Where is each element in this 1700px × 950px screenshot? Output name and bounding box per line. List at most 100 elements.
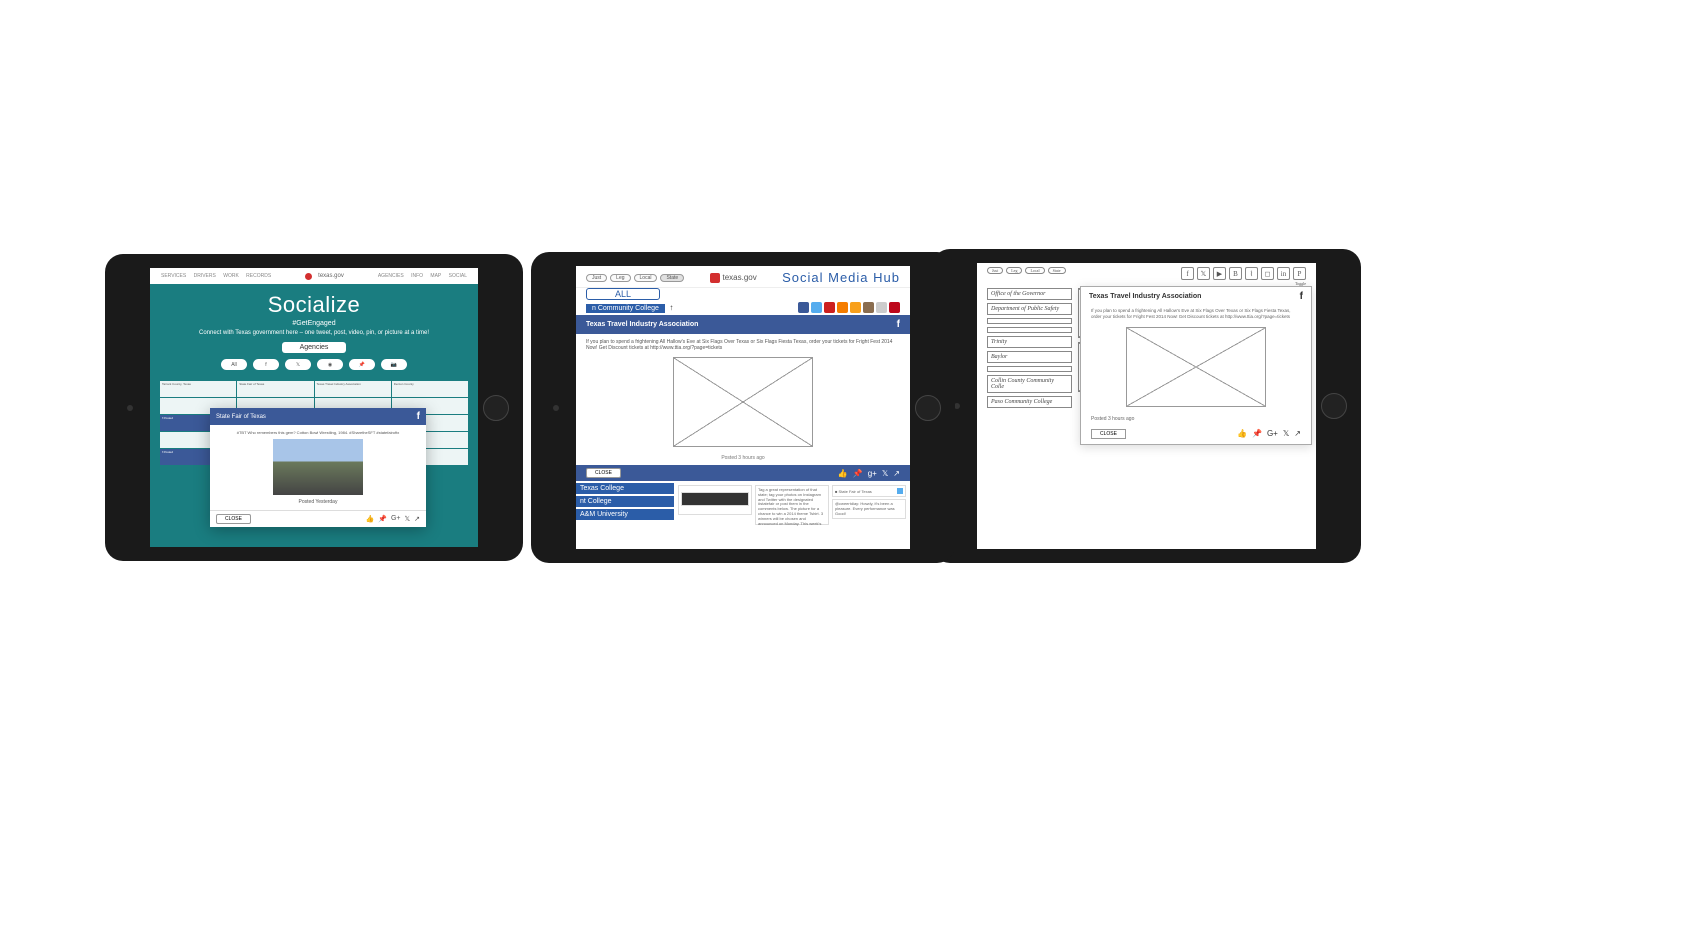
- modal-text: If you plan to spend a frightening All H…: [586, 339, 900, 351]
- pinterest-icon[interactable]: 📌: [378, 515, 387, 523]
- all-filter-button[interactable]: ALL: [586, 288, 660, 300]
- share-icon[interactable]: ↗: [893, 469, 900, 478]
- googleplus-icon[interactable]: g+: [868, 469, 877, 478]
- nav-records[interactable]: RECORDS: [246, 273, 271, 279]
- sidebar-item[interactable]: Paso Community College: [987, 396, 1072, 408]
- rss-icon[interactable]: ⌇: [1245, 267, 1258, 280]
- share-icon[interactable]: ↗: [1294, 429, 1301, 438]
- pill-just[interactable]: Just: [586, 274, 607, 282]
- pinterest-icon[interactable]: P: [1293, 267, 1306, 280]
- close-button[interactable]: CLOSE: [1091, 429, 1126, 439]
- twitter-icon[interactable]: 𝕏: [404, 515, 410, 523]
- home-button[interactable]: [483, 395, 509, 421]
- pinterest-icon[interactable]: 📌: [1252, 429, 1262, 438]
- facebook-icon[interactable]: [798, 302, 809, 313]
- nav-services[interactable]: SERVICES: [161, 273, 186, 279]
- nav-map[interactable]: MAP: [430, 273, 441, 279]
- feed-column: Tag a great representation of that state…: [755, 485, 829, 527]
- instagram-icon[interactable]: [863, 302, 874, 313]
- agencies-button[interactable]: Agencies: [282, 342, 347, 353]
- feed-card[interactable]: State Fair of Texas: [237, 381, 313, 397]
- pill-leg[interactable]: Leg: [1006, 267, 1022, 274]
- nav-work[interactable]: WORK: [223, 273, 239, 279]
- linkedin-icon[interactable]: in: [1277, 267, 1290, 280]
- brand-logo[interactable]: texas.gov: [302, 273, 347, 280]
- sidebar-item[interactable]: [987, 366, 1072, 372]
- nav-social[interactable]: SOCIAL: [449, 273, 467, 279]
- tablet-wireframe: Just Leg Local State f 𝕏 ▶ B ⌇ ◻ in P To…: [932, 249, 1361, 563]
- modal-body: #TBT Who remembers this gem? Cotton Bowl…: [210, 425, 426, 510]
- sidebar-item[interactable]: Trinity: [987, 336, 1072, 348]
- nav-left: SERVICES DRIVERS WORK RECORDS: [158, 273, 274, 279]
- sidebar-item[interactable]: Baylor: [987, 351, 1072, 363]
- sidebar-item[interactable]: [987, 327, 1072, 333]
- instagram-icon[interactable]: ◻: [1261, 267, 1274, 280]
- feed-card[interactable]: Tarrant County, Texas: [160, 381, 236, 397]
- post-photo: [273, 439, 363, 495]
- social-icon-row: [798, 302, 900, 313]
- filter-pinterest[interactable]: 📌: [349, 359, 375, 370]
- feed-card[interactable]: [678, 485, 752, 515]
- arrow-up-icon[interactable]: ↑: [669, 303, 673, 312]
- filter-all[interactable]: All: [221, 359, 247, 370]
- sidebar-item[interactable]: Office of the Governor: [987, 288, 1072, 300]
- pinterest-icon[interactable]: [889, 302, 900, 313]
- sidebar-item[interactable]: A&M University: [576, 509, 674, 520]
- nav-agencies[interactable]: AGENCIES: [378, 273, 404, 279]
- like-icon[interactable]: 👍: [366, 515, 375, 523]
- filter-twitter[interactable]: 𝕏: [285, 359, 311, 370]
- linkedin-icon[interactable]: [876, 302, 887, 313]
- home-button[interactable]: [915, 395, 941, 421]
- modal-header: Texas Travel Industry Association f: [1081, 287, 1311, 306]
- twitter-icon[interactable]: 𝕏: [882, 469, 888, 478]
- like-icon[interactable]: 👍: [1237, 429, 1247, 438]
- share-icon[interactable]: ↗: [414, 515, 420, 523]
- pinterest-icon[interactable]: 📌: [853, 469, 863, 478]
- feed-card[interactable]: Texas Travel Industry Association: [315, 381, 391, 397]
- nav-info[interactable]: INFO: [411, 273, 423, 279]
- pill-local[interactable]: Local: [634, 274, 658, 282]
- bottom-section: Texas College nt College A&M University …: [576, 481, 910, 529]
- close-button[interactable]: CLOSE: [216, 514, 251, 524]
- blogger-icon[interactable]: [837, 302, 848, 313]
- youtube-icon[interactable]: ▶: [1213, 267, 1226, 280]
- brand-logo[interactable]: texas.gov: [710, 273, 757, 283]
- pill-local[interactable]: Local: [1025, 267, 1044, 274]
- close-button[interactable]: CLOSE: [586, 468, 621, 478]
- googleplus-icon[interactable]: G+: [391, 515, 401, 523]
- pill-leg[interactable]: Leg: [610, 274, 630, 282]
- feed-card[interactable]: Tag a great representation of that state…: [755, 485, 829, 525]
- sidebar-item[interactable]: nt College: [576, 496, 674, 507]
- feed-card[interactable]: @cweertdiay: Howdy, it's been a pleasure…: [832, 499, 906, 519]
- sidebar-item[interactable]: Collin County Community Colle: [987, 375, 1072, 393]
- feed-card[interactable]: ■ State Fair of Texas: [832, 485, 906, 497]
- nav-drivers[interactable]: DRIVERS: [194, 273, 216, 279]
- pill-state[interactable]: State: [1048, 267, 1066, 274]
- breadcrumb[interactable]: n Community College: [586, 304, 665, 313]
- like-icon[interactable]: 👍: [838, 469, 848, 478]
- modal-title: Texas Travel Industry Association: [586, 321, 698, 328]
- feed-card[interactable]: Denton County: [392, 381, 468, 397]
- blog-icon[interactable]: B: [1229, 267, 1242, 280]
- home-button[interactable]: [1321, 393, 1347, 419]
- image-placeholder: [673, 357, 813, 447]
- hero: Socialize #GetEngaged Connect with Texas…: [150, 284, 478, 376]
- filter-youtube[interactable]: ◉: [317, 359, 343, 370]
- facebook-icon: f: [1300, 291, 1303, 302]
- pill-state[interactable]: State: [660, 274, 684, 282]
- filter-facebook[interactable]: f: [253, 359, 279, 370]
- rss-icon[interactable]: [850, 302, 861, 313]
- googleplus-icon[interactable]: G+: [1267, 429, 1278, 438]
- twitter-icon[interactable]: 𝕏: [1197, 267, 1210, 280]
- sidebar-item[interactable]: [987, 318, 1072, 324]
- sidebar-item[interactable]: Department of Public Safety: [987, 303, 1072, 315]
- twitter-icon[interactable]: [811, 302, 822, 313]
- image-placeholder: [1126, 327, 1266, 407]
- top-nav: SERVICES DRIVERS WORK RECORDS texas.gov …: [150, 268, 478, 284]
- twitter-icon[interactable]: 𝕏: [1283, 429, 1289, 438]
- youtube-icon[interactable]: [824, 302, 835, 313]
- sidebar-item[interactable]: Texas College: [576, 483, 674, 494]
- facebook-icon[interactable]: f: [1181, 267, 1194, 280]
- filter-instagram[interactable]: 📷: [381, 359, 407, 370]
- pill-just[interactable]: Just: [987, 267, 1003, 274]
